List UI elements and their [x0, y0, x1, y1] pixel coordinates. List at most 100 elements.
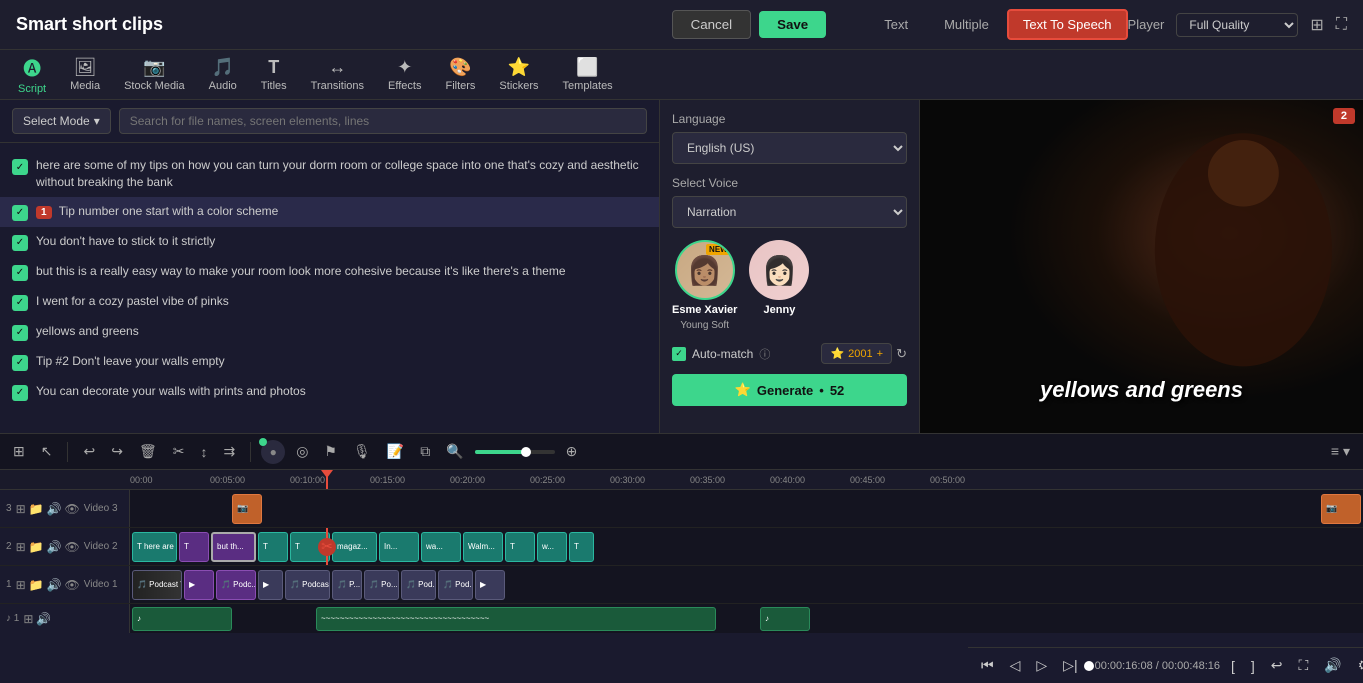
tool-media[interactable]: 🖼 Media	[60, 53, 110, 96]
checkbox-5[interactable]: ✓	[12, 325, 28, 341]
tool-effects[interactable]: ✦ Effects	[378, 53, 431, 96]
out-point-button[interactable]: ]	[1246, 656, 1260, 676]
voice-card-esme[interactable]: 👩🏽 NEW Esme Xavier Young Soft	[672, 240, 737, 331]
clip-video2-w[interactable]: w...	[537, 532, 567, 562]
fullscreen-player-button[interactable]: ⛶	[1294, 655, 1314, 676]
clip-video1-pod3[interactable]: 🎵 Podcast...	[285, 570, 330, 600]
script-item-5[interactable]: ✓ yellows and greens	[0, 317, 659, 347]
track-volume-icon-2[interactable]: 🔊	[47, 540, 62, 554]
track-add-icon-2[interactable]: ⊞	[16, 540, 26, 554]
tab-multiple[interactable]: Multiple	[926, 9, 1007, 40]
track-add-icon-1[interactable]: ⊞	[16, 578, 26, 592]
clip-video2-last[interactable]: T	[569, 532, 594, 562]
clip-video2-here[interactable]: T here are so...	[132, 532, 177, 562]
in-point-button[interactable]: [	[1226, 656, 1240, 676]
play-button[interactable]: ▷	[1031, 655, 1052, 676]
track-eye-icon-3[interactable]: 👁	[65, 502, 80, 516]
clip-audio1-3[interactable]: ♪	[760, 607, 810, 631]
refresh-icon[interactable]: ↻	[896, 346, 907, 362]
script-item-4[interactable]: ✓ I went for a cozy pastel vibe of pinks	[0, 287, 659, 317]
zoom-in-button[interactable]: ⊕	[561, 441, 583, 462]
settings-button[interactable]: ⚙	[1353, 655, 1363, 676]
clip-video1-podcast1[interactable]: 🎵 Podcast Vi...	[132, 570, 182, 600]
microphone-button[interactable]: 🎙	[348, 441, 376, 462]
clip-video1-p6[interactable]: 🎵 Po...	[364, 570, 399, 600]
clip-video1-pod2[interactable]: 🎵 Podc...	[216, 570, 256, 600]
clip-video2-walm[interactable]: Walm...	[463, 532, 503, 562]
track-folder-icon-3[interactable]: 📁	[29, 502, 44, 516]
timeline-menu-button[interactable]: ≡ ▾	[1326, 441, 1355, 462]
expand-button[interactable]: ⇉	[218, 441, 240, 462]
undo-button[interactable]: ↩	[78, 441, 100, 462]
clip-video1-p9[interactable]: ▶	[475, 570, 505, 600]
clip-video2-3[interactable]: but th...	[211, 532, 256, 562]
track-add-icon-3[interactable]: ⊞	[16, 502, 26, 516]
clip-video2-4[interactable]: T	[258, 532, 288, 562]
track-folder-icon-2[interactable]: 📁	[29, 540, 44, 554]
select-mode-button[interactable]: Select Mode ▾	[12, 108, 111, 134]
frame-back-button[interactable]: ◁	[1005, 655, 1026, 676]
script-item-7[interactable]: ✓ You can decorate your walls with print…	[0, 377, 659, 407]
grid-view-button[interactable]: ⊞	[1310, 15, 1323, 35]
insert-button[interactable]: ↩	[1266, 655, 1288, 676]
checkbox-6[interactable]: ✓	[12, 355, 28, 371]
caption-button[interactable]: 📝	[382, 441, 409, 462]
tool-stickers[interactable]: ⭐ Stickers	[489, 53, 548, 96]
tool-titles[interactable]: T Titles	[251, 53, 297, 96]
clip-video1-p2[interactable]: ▶	[184, 570, 214, 600]
clip-video1-t[interactable]: ▶	[258, 570, 283, 600]
clip-video2-t1[interactable]: T	[505, 532, 535, 562]
clip-video2-2[interactable]: T	[179, 532, 209, 562]
checkbox-1[interactable]: ✓	[12, 205, 28, 221]
tool-transitions[interactable]: ↔ Transitions	[301, 53, 374, 96]
frame-forward-button[interactable]: ▷|	[1058, 655, 1082, 676]
generate-button[interactable]: ⭐ Generate • 52	[672, 374, 907, 406]
voice-card-jenny[interactable]: 👩🏻 Jenny	[749, 240, 809, 331]
skip-back-button[interactable]: ⏮	[976, 655, 999, 676]
clip-video1-p5[interactable]: 🎵 P...	[332, 570, 362, 600]
checkbox-7[interactable]: ✓	[12, 385, 28, 401]
cancel-button[interactable]: Cancel	[672, 10, 752, 39]
tab-tts[interactable]: Text To Speech	[1007, 9, 1128, 40]
clip-video1-p8[interactable]: 🎵 Pod...	[438, 570, 473, 600]
track-add-icon-a1[interactable]: ⊞	[23, 612, 33, 626]
checkbox-2[interactable]: ✓	[12, 235, 28, 251]
timeline-select-button[interactable]: ↖	[36, 441, 58, 462]
voice-category-select[interactable]: Narration	[672, 196, 907, 228]
save-button[interactable]: Save	[759, 11, 826, 38]
tool-templates[interactable]: ⬜ Templates	[553, 53, 623, 96]
cut-button[interactable]: ✂	[168, 441, 190, 462]
layer-button[interactable]: ⧉	[415, 441, 435, 462]
quality-select[interactable]: Full Quality Preview Quality	[1176, 13, 1298, 37]
clip-video2-in[interactable]: In...	[379, 532, 419, 562]
checkbox-3[interactable]: ✓	[12, 265, 28, 281]
language-select[interactable]: English (US)	[672, 132, 907, 164]
track-volume-icon-a1[interactable]: 🔊	[36, 612, 51, 626]
tool-filters[interactable]: 🎨 Filters	[435, 53, 485, 96]
clip-video1-p7[interactable]: 🎵 Pod...	[401, 570, 436, 600]
script-item-2[interactable]: ✓ You don't have to stick to it strictly	[0, 227, 659, 257]
checkbox-0[interactable]: ✓	[12, 159, 28, 175]
volume-button[interactable]: 🔊	[1319, 655, 1346, 676]
snap-button[interactable]: ◎	[291, 441, 313, 462]
wrap-button[interactable]: ↕	[195, 442, 212, 462]
clip-video3-1[interactable]: 📷	[232, 494, 262, 524]
track-eye-icon-2[interactable]: 👁	[65, 540, 80, 554]
clip-audio1-1[interactable]: ♪	[132, 607, 232, 631]
script-item-6[interactable]: ✓ Tip #2 Don't leave your walls empty	[0, 347, 659, 377]
timeline-grid-button[interactable]: ⊞	[8, 441, 30, 462]
script-search-input[interactable]	[119, 108, 647, 134]
track-eye-icon-1[interactable]: 👁	[65, 578, 80, 592]
clip-audio1-2[interactable]: ~~~~~~~~~~~~~~~~~~~~~~~~~~~~~~~~~~~~	[316, 607, 716, 631]
script-item-1[interactable]: ✓ 1 Tip number one start with a color sc…	[0, 197, 659, 227]
delete-button[interactable]: 🗑	[134, 441, 162, 462]
track-volume-icon-1[interactable]: 🔊	[47, 578, 62, 592]
clip-video2-wa[interactable]: wa...	[421, 532, 461, 562]
redo-button[interactable]: ↪	[106, 441, 128, 462]
script-item-0[interactable]: ✓ here are some of my tips on how you ca…	[0, 151, 659, 197]
tool-stock-media[interactable]: 📷 Stock Media	[114, 53, 195, 96]
clip-video3-2[interactable]: 📷	[1321, 494, 1361, 524]
add-credits-button[interactable]: +	[877, 348, 883, 360]
marker-button[interactable]: ⚑	[319, 441, 342, 462]
track-volume-icon-3[interactable]: 🔊	[47, 502, 62, 516]
